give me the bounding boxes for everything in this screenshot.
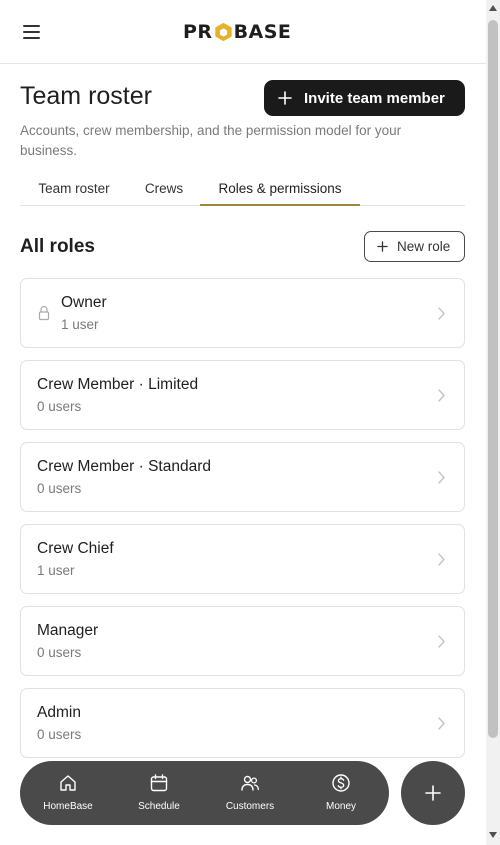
nav-item-homebase[interactable]: HomeBase — [33, 761, 103, 825]
role-user-count: 1 user — [61, 317, 99, 332]
scroll-up-arrow-icon[interactable] — [488, 4, 498, 12]
role-name: Crew Member · Standard — [37, 458, 212, 475]
top-bar: PR BASE — [0, 0, 486, 64]
nav-item-customers[interactable]: Customers — [215, 761, 285, 825]
role-card-admin[interactable]: Admin 0 users — [20, 688, 465, 758]
plus-icon — [425, 785, 441, 801]
role-user-count: 1 user — [37, 563, 75, 578]
role-card-crew-chief[interactable]: Crew Chief 1 user — [20, 524, 465, 594]
nav-label: Customers — [225, 801, 275, 812]
add-fab-button[interactable] — [401, 761, 465, 825]
logo-text-left: PR — [183, 21, 213, 43]
scrollbar-thumb[interactable] — [488, 20, 498, 738]
chevron-right-icon — [438, 635, 445, 648]
plus-icon — [377, 241, 388, 252]
nav-item-schedule[interactable]: Schedule — [124, 761, 194, 825]
tab-bar: Team roster Crews Roles & permissions — [20, 171, 465, 206]
users-icon — [241, 775, 259, 791]
role-name: Manager — [37, 622, 99, 639]
calendar-icon — [150, 774, 168, 792]
tab-crews[interactable]: Crews — [128, 171, 200, 206]
section-title: All roles — [20, 236, 95, 257]
new-role-label: New role — [397, 239, 451, 254]
role-card-crew-member-limited[interactable]: Crew Member · Limited 0 users — [20, 360, 465, 430]
role-user-count: 0 users — [37, 727, 82, 742]
invite-button-label: Invite team member — [304, 89, 445, 107]
role-card-manager[interactable]: Manager 0 users — [20, 606, 465, 676]
page-title: Team roster — [20, 82, 152, 110]
chevron-right-icon — [438, 717, 445, 730]
dollar-icon — [332, 774, 350, 792]
scroll-down-arrow-icon[interactable] — [488, 831, 498, 839]
new-role-button[interactable]: New role — [364, 231, 465, 262]
hamburger-icon[interactable] — [20, 22, 44, 42]
nav-label: Schedule — [138, 801, 180, 812]
home-icon — [60, 775, 76, 791]
hexagon-logo-icon — [214, 22, 232, 42]
role-name: Admin — [37, 704, 81, 721]
nav-item-money[interactable]: Money — [306, 761, 376, 825]
plus-icon — [278, 91, 292, 105]
tab-team-roster[interactable]: Team roster — [20, 171, 128, 206]
probase-logo[interactable]: PR BASE — [183, 20, 291, 44]
nav-label: HomeBase — [43, 801, 93, 812]
chevron-right-icon — [438, 553, 445, 566]
role-name: Owner — [61, 294, 107, 311]
chevron-right-icon — [438, 471, 445, 484]
tab-roles-permissions[interactable]: Roles & permissions — [200, 171, 360, 206]
role-user-count: 0 users — [37, 399, 82, 414]
role-card-owner[interactable]: Owner 1 user — [20, 278, 465, 348]
nav-label: Money — [325, 801, 356, 812]
role-name: Crew Member · Limited — [37, 376, 199, 393]
role-user-count: 0 users — [37, 481, 82, 496]
role-name: Crew Chief — [37, 540, 114, 557]
logo-text-right: BASE — [233, 21, 292, 43]
chevron-right-icon — [438, 307, 445, 320]
chevron-right-icon — [438, 389, 445, 402]
role-card-crew-member-standard[interactable]: Crew Member · Standard 0 users — [20, 442, 465, 512]
page-subtitle: Accounts, crew membership, and the permi… — [20, 123, 402, 158]
scrollbar[interactable] — [486, 0, 500, 845]
role-user-count: 0 users — [37, 645, 82, 660]
invite-team-member-button[interactable]: Invite team member — [264, 80, 465, 116]
bottom-nav: HomeBase Schedule Customers Money — [20, 761, 389, 825]
lock-icon — [38, 305, 50, 321]
